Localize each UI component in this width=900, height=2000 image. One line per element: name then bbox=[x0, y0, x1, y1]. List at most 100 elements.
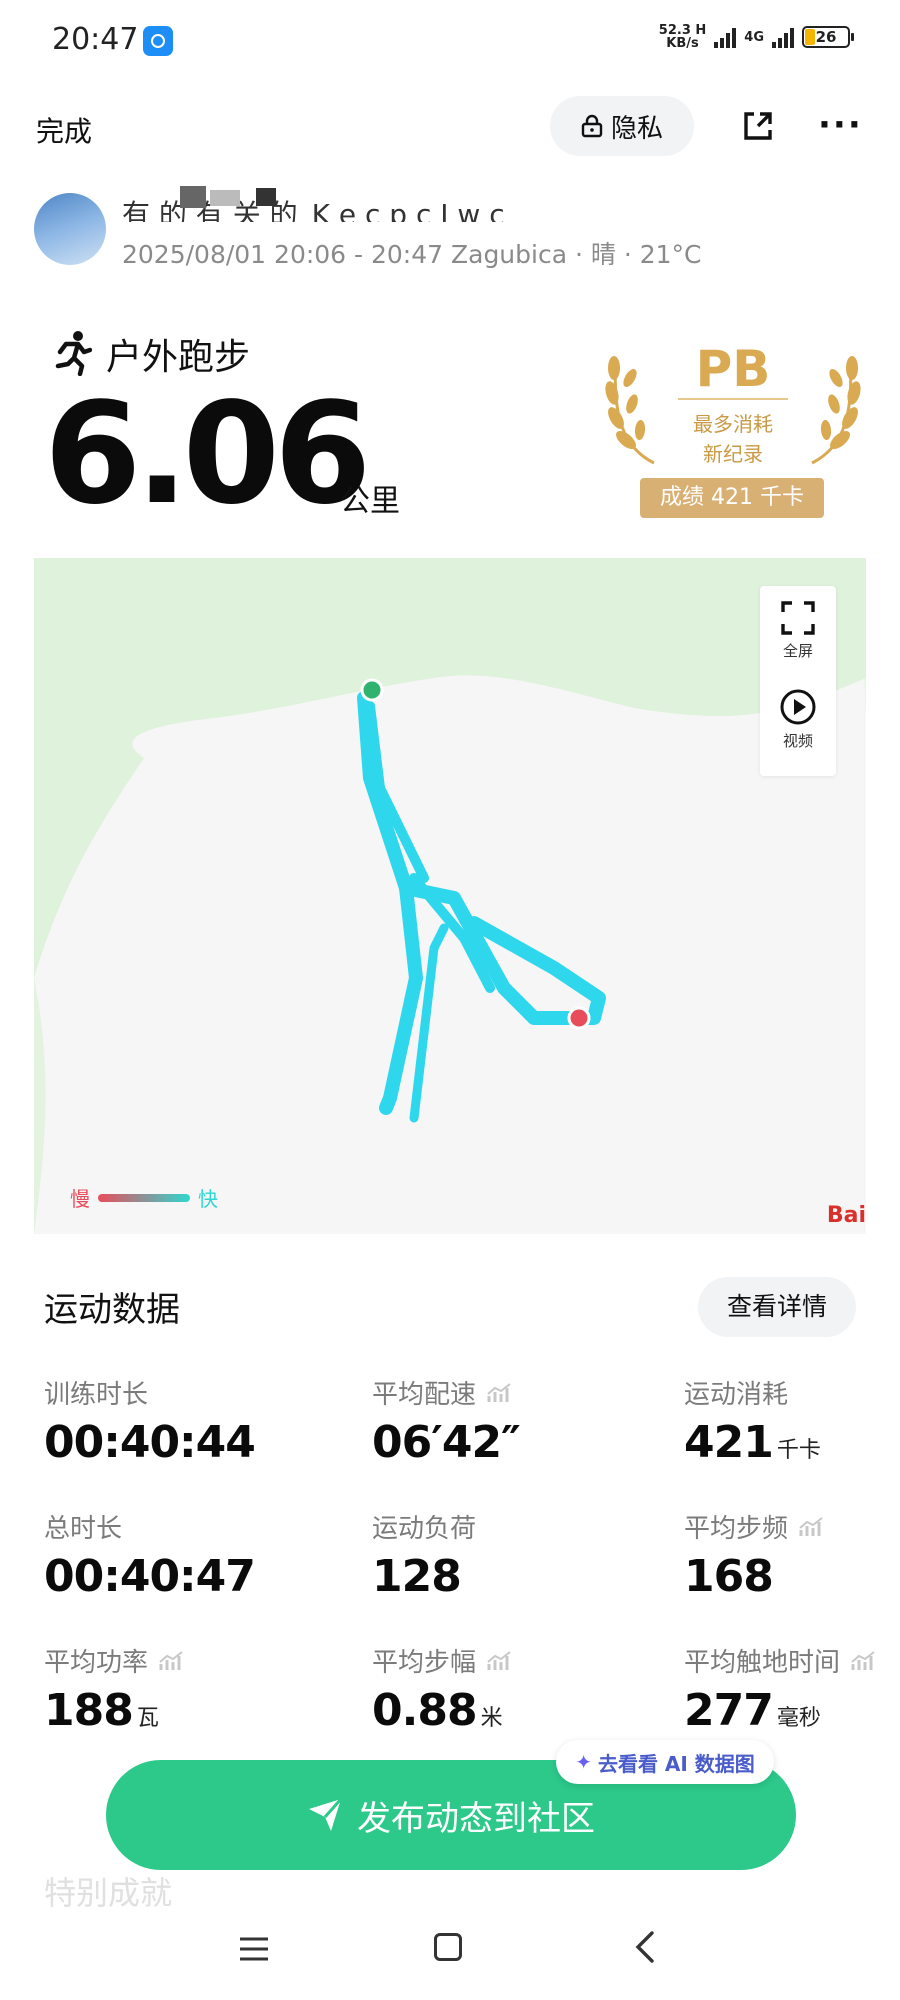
more-icon[interactable]: ··· bbox=[818, 108, 863, 142]
stat-label: 训练时长 bbox=[44, 1380, 149, 1410]
distance-value: 6.06 bbox=[44, 373, 371, 536]
video-label: 视频 bbox=[782, 732, 813, 750]
stat-number: 00:40:44 bbox=[44, 1417, 256, 1468]
stat-label: 运动消耗 bbox=[684, 1380, 789, 1410]
badge-divider bbox=[678, 398, 788, 400]
trend-chart-icon[interactable] bbox=[850, 1650, 876, 1672]
lock-icon bbox=[581, 114, 603, 138]
stat-label: 总时长 bbox=[44, 1514, 123, 1544]
stat-label: 平均步频 bbox=[684, 1514, 789, 1544]
stat-label: 运动负荷 bbox=[372, 1514, 477, 1544]
stat-item: 平均步幅 0.88 米 bbox=[372, 1642, 512, 1736]
map-controls: 全屏 视频 bbox=[760, 586, 836, 776]
status-time: 20:47 bbox=[52, 22, 139, 57]
stat-unit: 瓦 bbox=[136, 1706, 159, 1731]
stat-label: 平均配速 bbox=[372, 1380, 477, 1410]
signal-icon bbox=[714, 26, 737, 48]
stat-label: 平均触地时间 bbox=[684, 1648, 841, 1678]
status-indicators: 52.3 H KB/s 4G 26 bbox=[658, 23, 854, 51]
stat-number: 168 bbox=[684, 1551, 774, 1602]
route-end-marker bbox=[567, 1006, 591, 1030]
stat-value: 168 bbox=[684, 1551, 824, 1602]
stat-item: 运动消耗 421 千卡 bbox=[684, 1374, 821, 1468]
speed-legend: 慢 快 bbox=[70, 1183, 218, 1212]
pb-badge[interactable]: PB 最多消耗 新纪录 成绩 421 千卡 bbox=[598, 328, 868, 528]
app-notification-icon bbox=[143, 26, 173, 56]
send-icon bbox=[309, 1798, 343, 1831]
route-map[interactable]: 全屏 视频 慢 快 Bai bbox=[34, 558, 866, 1234]
redaction-block bbox=[256, 188, 276, 206]
section-title: 运动数据 bbox=[44, 1290, 180, 1330]
stat-value: 00:40:47 bbox=[44, 1551, 256, 1602]
stat-unit: 千卡 bbox=[776, 1438, 821, 1463]
badge-line2: 新纪录 bbox=[703, 442, 763, 466]
signal-icon-2 bbox=[772, 26, 794, 48]
stat-item: 平均触地时间 277 毫秒 bbox=[684, 1642, 876, 1736]
stat-label: 平均步幅 bbox=[372, 1648, 477, 1678]
stat-item: 平均步频 168 bbox=[684, 1508, 824, 1602]
activity-meta: 2025/08/01 20:06 - 20:47 Zagubica · 晴 · … bbox=[122, 240, 702, 269]
stat-unit: 米 bbox=[480, 1706, 503, 1731]
redaction-block bbox=[180, 186, 206, 208]
stat-unit: 毫秒 bbox=[776, 1706, 821, 1731]
stat-item: 总时长 00:40:47 bbox=[44, 1508, 256, 1602]
share-icon[interactable] bbox=[740, 108, 776, 144]
stat-number: 06′42″ bbox=[372, 1417, 521, 1468]
battery-icon: 26 bbox=[802, 26, 854, 48]
network-speed: 52.3 H KB/s bbox=[658, 23, 707, 51]
privacy-label: 隐私 bbox=[610, 113, 663, 144]
ai-data-chart-chip[interactable]: ✦ 去看看 AI 数据图 bbox=[556, 1740, 774, 1784]
stat-number: 188 bbox=[44, 1685, 134, 1736]
stat-number: 421 bbox=[684, 1417, 774, 1468]
trend-chart-icon[interactable] bbox=[158, 1650, 184, 1672]
video-button[interactable]: 视频 bbox=[760, 688, 836, 751]
trend-chart-icon[interactable] bbox=[486, 1650, 512, 1672]
ai-chip-label: 去看看 AI 数据图 bbox=[597, 1751, 755, 1776]
privacy-button[interactable]: 隐私 bbox=[550, 96, 694, 156]
done-button[interactable]: 完成 bbox=[36, 110, 92, 150]
stat-number: 128 bbox=[372, 1551, 462, 1602]
achievements-heading: 特别成就 bbox=[44, 1874, 173, 1912]
stat-value: 00:40:44 bbox=[44, 1417, 256, 1468]
trend-chart-icon[interactable] bbox=[486, 1382, 512, 1404]
back-icon[interactable] bbox=[632, 1930, 662, 1964]
stat-number: 277 bbox=[684, 1685, 774, 1736]
stat-item: 平均配速 06′42″ bbox=[372, 1374, 521, 1468]
play-icon bbox=[780, 689, 816, 725]
badge-title: PB bbox=[695, 340, 771, 398]
stat-value: 277 毫秒 bbox=[684, 1685, 876, 1736]
view-details-button[interactable]: 查看详情 bbox=[698, 1277, 856, 1337]
badge-result: 成绩 421 千卡 bbox=[640, 478, 824, 518]
badge-line1: 最多消耗 bbox=[693, 412, 773, 436]
stat-value: 0.88 米 bbox=[372, 1685, 512, 1736]
speed-gradient-bar bbox=[98, 1193, 190, 1202]
stat-number: 0.88 bbox=[372, 1685, 478, 1736]
sparkle-icon: ✦ bbox=[575, 1750, 592, 1774]
fullscreen-label: 全屏 bbox=[782, 642, 813, 660]
stat-item: 运动负荷 128 bbox=[372, 1508, 476, 1602]
stat-item: 平均功率 188 瓦 bbox=[44, 1642, 184, 1736]
map-attribution: Bai bbox=[826, 1203, 866, 1228]
stat-value: 06′42″ bbox=[372, 1417, 521, 1468]
map-canvas bbox=[34, 558, 866, 1234]
fullscreen-icon bbox=[781, 601, 815, 635]
network-type: 4G bbox=[744, 29, 764, 45]
stat-value: 421 千卡 bbox=[684, 1417, 821, 1468]
menu-icon[interactable] bbox=[238, 1935, 270, 1963]
fullscreen-button[interactable]: 全屏 bbox=[760, 600, 836, 661]
stat-item: 训练时长 00:40:44 bbox=[44, 1374, 256, 1468]
legend-slow-label: 慢 bbox=[70, 1187, 90, 1211]
home-icon[interactable] bbox=[434, 1933, 462, 1961]
redaction-block bbox=[210, 190, 240, 206]
legend-fast-label: 快 bbox=[198, 1187, 218, 1211]
stat-label: 平均功率 bbox=[44, 1648, 149, 1678]
stat-number: 00:40:47 bbox=[44, 1551, 256, 1602]
route-path bbox=[357, 691, 606, 1123]
stat-value: 128 bbox=[372, 1551, 476, 1602]
route-start-marker bbox=[360, 678, 384, 702]
distance-unit: 公里 bbox=[340, 484, 400, 519]
trend-chart-icon[interactable] bbox=[798, 1516, 824, 1538]
publish-label: 发布动态到社区 bbox=[357, 1798, 595, 1839]
stat-value: 188 瓦 bbox=[44, 1685, 184, 1736]
avatar[interactable] bbox=[34, 193, 106, 265]
